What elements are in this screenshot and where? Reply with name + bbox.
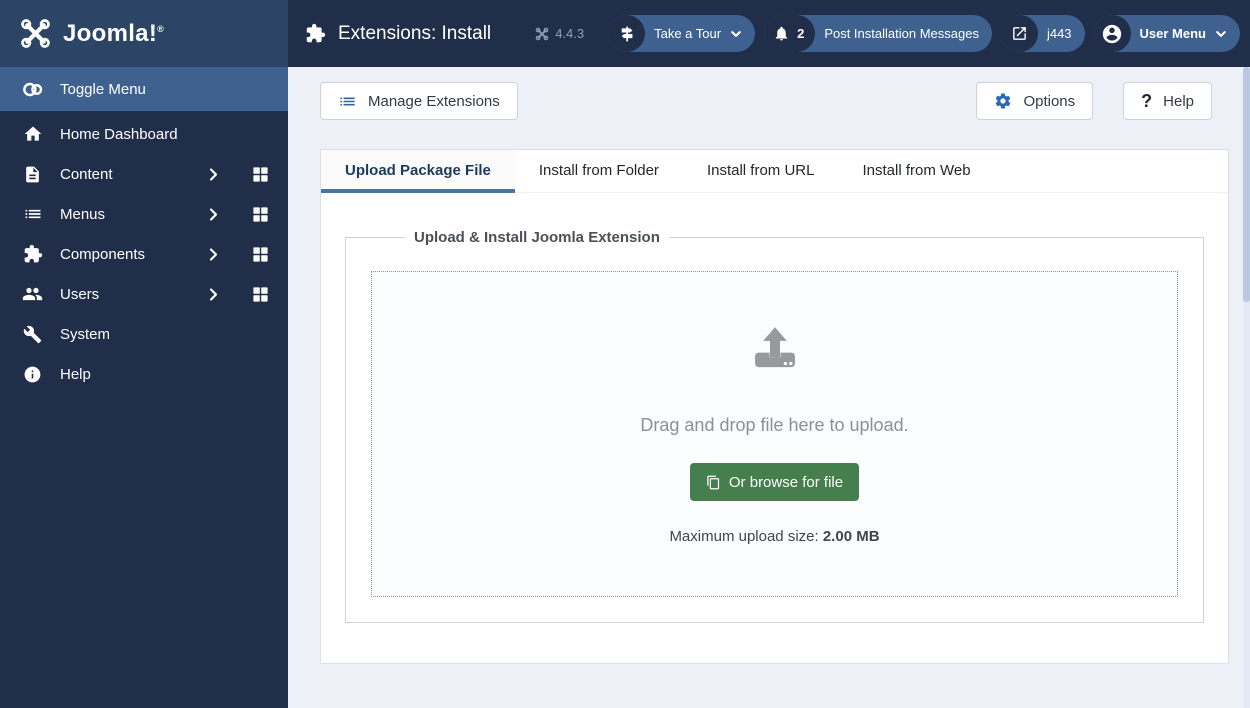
grid-icon[interactable] xyxy=(252,166,269,183)
max-upload-size: Maximum upload size: 2.00 MB xyxy=(669,528,879,545)
upload-legend: Upload & Install Joomla Extension xyxy=(414,229,660,246)
external-link-icon xyxy=(1000,15,1038,52)
scrollbar-thumb[interactable] xyxy=(1243,67,1250,302)
tab-upload-package-file[interactable]: Upload Package File xyxy=(321,150,515,193)
page-title-text: Extensions: Install xyxy=(338,22,492,44)
users-icon xyxy=(22,284,43,305)
browse-for-file-label: Or browse for file xyxy=(728,473,844,491)
chevron-down-icon xyxy=(1215,28,1227,40)
home-icon xyxy=(22,124,43,145)
sidebar-item-label: Menus xyxy=(60,205,106,223)
file-dropzone[interactable]: Drag and drop file here to upload. Or br… xyxy=(371,271,1178,597)
max-upload-size-label: Maximum upload size: xyxy=(669,528,819,545)
main-content: Manage Extensions Options ? Help Upload … xyxy=(288,67,1250,708)
scrollbar[interactable] xyxy=(1243,67,1250,708)
options-label: Options xyxy=(1023,92,1076,110)
puzzle-icon xyxy=(22,244,43,265)
grid-icon[interactable] xyxy=(252,206,269,223)
user-menu-label: User Menu xyxy=(1139,26,1206,41)
post-installation-messages-label: Post Installation Messages xyxy=(824,26,979,41)
wrench-icon xyxy=(22,324,43,345)
grid-icon[interactable] xyxy=(252,246,269,263)
sidebar-item-label: Content xyxy=(60,165,113,183)
take-a-tour-button[interactable]: Take a Tour xyxy=(608,15,756,52)
dropzone-text: Drag and drop file here to upload. xyxy=(640,415,909,435)
file-icon xyxy=(22,164,43,185)
joomla-logo-icon xyxy=(19,17,52,50)
page-title: Extensions: Install xyxy=(305,23,491,45)
install-tabs: Upload Package File Install from Folder … xyxy=(321,150,1228,193)
sidebar: Joomla!® Toggle Menu Home Dashboard Cont… xyxy=(0,0,288,708)
joomla-version-icon xyxy=(535,27,549,41)
joomla-logo: Joomla!® xyxy=(0,0,288,67)
notification-count: 2 xyxy=(764,15,816,52)
list-icon xyxy=(22,204,43,225)
sidebar-item-components[interactable]: Components xyxy=(0,234,288,274)
user-icon xyxy=(1093,15,1131,52)
joomla-version: 4.4.3 xyxy=(535,26,584,41)
upload-fieldset: Upload & Install Joomla Extension Drag a… xyxy=(345,229,1204,623)
bell-icon xyxy=(773,25,790,42)
upload-icon xyxy=(746,323,804,375)
trademark: ® xyxy=(157,23,165,34)
signpost-icon xyxy=(608,15,646,52)
max-upload-size-value: 2.00 MB xyxy=(822,528,880,545)
chevron-right-icon xyxy=(206,247,221,262)
install-card: Upload Package File Install from Folder … xyxy=(320,149,1229,664)
toggle-menu-label: Toggle Menu xyxy=(60,80,146,98)
sidebar-item-users[interactable]: Users xyxy=(0,274,288,314)
header-actions: Take a Tour 2 Post Installation Messages… xyxy=(608,15,1240,52)
sidebar-item-home-dashboard[interactable]: Home Dashboard xyxy=(0,114,288,154)
site-preview-button[interactable]: j443 xyxy=(1000,15,1085,52)
tab-install-from-url[interactable]: Install from URL xyxy=(683,150,839,192)
sidebar-item-menus[interactable]: Menus xyxy=(0,194,288,234)
user-menu-button[interactable]: User Menu xyxy=(1093,15,1240,52)
help-button[interactable]: ? Help xyxy=(1123,82,1212,120)
gear-icon xyxy=(994,92,1012,110)
manage-extensions-button[interactable]: Manage Extensions xyxy=(320,82,518,120)
top-header-bar: Extensions: Install 4.4.3 Take a Tour 2 … xyxy=(288,0,1250,67)
tab-install-from-web[interactable]: Install from Web xyxy=(838,150,994,192)
sidebar-item-label: Home Dashboard xyxy=(60,125,178,143)
joomla-logo-text: Joomla!® xyxy=(63,19,165,47)
chevron-right-icon xyxy=(206,167,221,182)
sidebar-item-content[interactable]: Content xyxy=(0,154,288,194)
question-mark-icon: ? xyxy=(1141,90,1153,111)
grid-icon[interactable] xyxy=(252,286,269,303)
chevron-right-icon xyxy=(206,287,221,302)
toolbar-right-group: Options ? Help xyxy=(976,82,1212,120)
tab-install-from-folder[interactable]: Install from Folder xyxy=(515,150,683,192)
post-installation-messages-button[interactable]: 2 Post Installation Messages xyxy=(764,15,992,52)
chevron-down-icon xyxy=(730,28,742,40)
list-icon xyxy=(338,92,357,111)
notification-badge: 2 xyxy=(797,26,805,41)
sidebar-item-label: System xyxy=(60,325,111,343)
toggle-menu-button[interactable]: Toggle Menu xyxy=(0,67,288,111)
sidebar-item-help[interactable]: Help xyxy=(0,354,288,394)
sidebar-item-system[interactable]: System xyxy=(0,314,288,354)
toggle-menu-icon xyxy=(22,79,43,100)
help-label: Help xyxy=(1163,92,1194,110)
site-name-label: j443 xyxy=(1046,26,1072,41)
chevron-right-icon xyxy=(206,207,221,222)
puzzle-icon xyxy=(305,23,326,44)
sidebar-item-label: Components xyxy=(60,245,146,263)
sidebar-item-label: Users xyxy=(60,285,100,303)
take-a-tour-label: Take a Tour xyxy=(654,26,722,41)
version-text: 4.4.3 xyxy=(555,26,585,41)
copy-icon xyxy=(706,475,721,490)
manage-extensions-label: Manage Extensions xyxy=(368,92,500,110)
info-icon xyxy=(22,364,43,385)
options-button[interactable]: Options xyxy=(976,82,1094,120)
toolbar: Manage Extensions Options ? Help xyxy=(288,67,1250,120)
sidebar-nav: Home Dashboard Content Menus Components … xyxy=(0,111,288,394)
browse-for-file-button[interactable]: Or browse for file xyxy=(689,463,860,501)
sidebar-item-label: Help xyxy=(60,365,91,383)
